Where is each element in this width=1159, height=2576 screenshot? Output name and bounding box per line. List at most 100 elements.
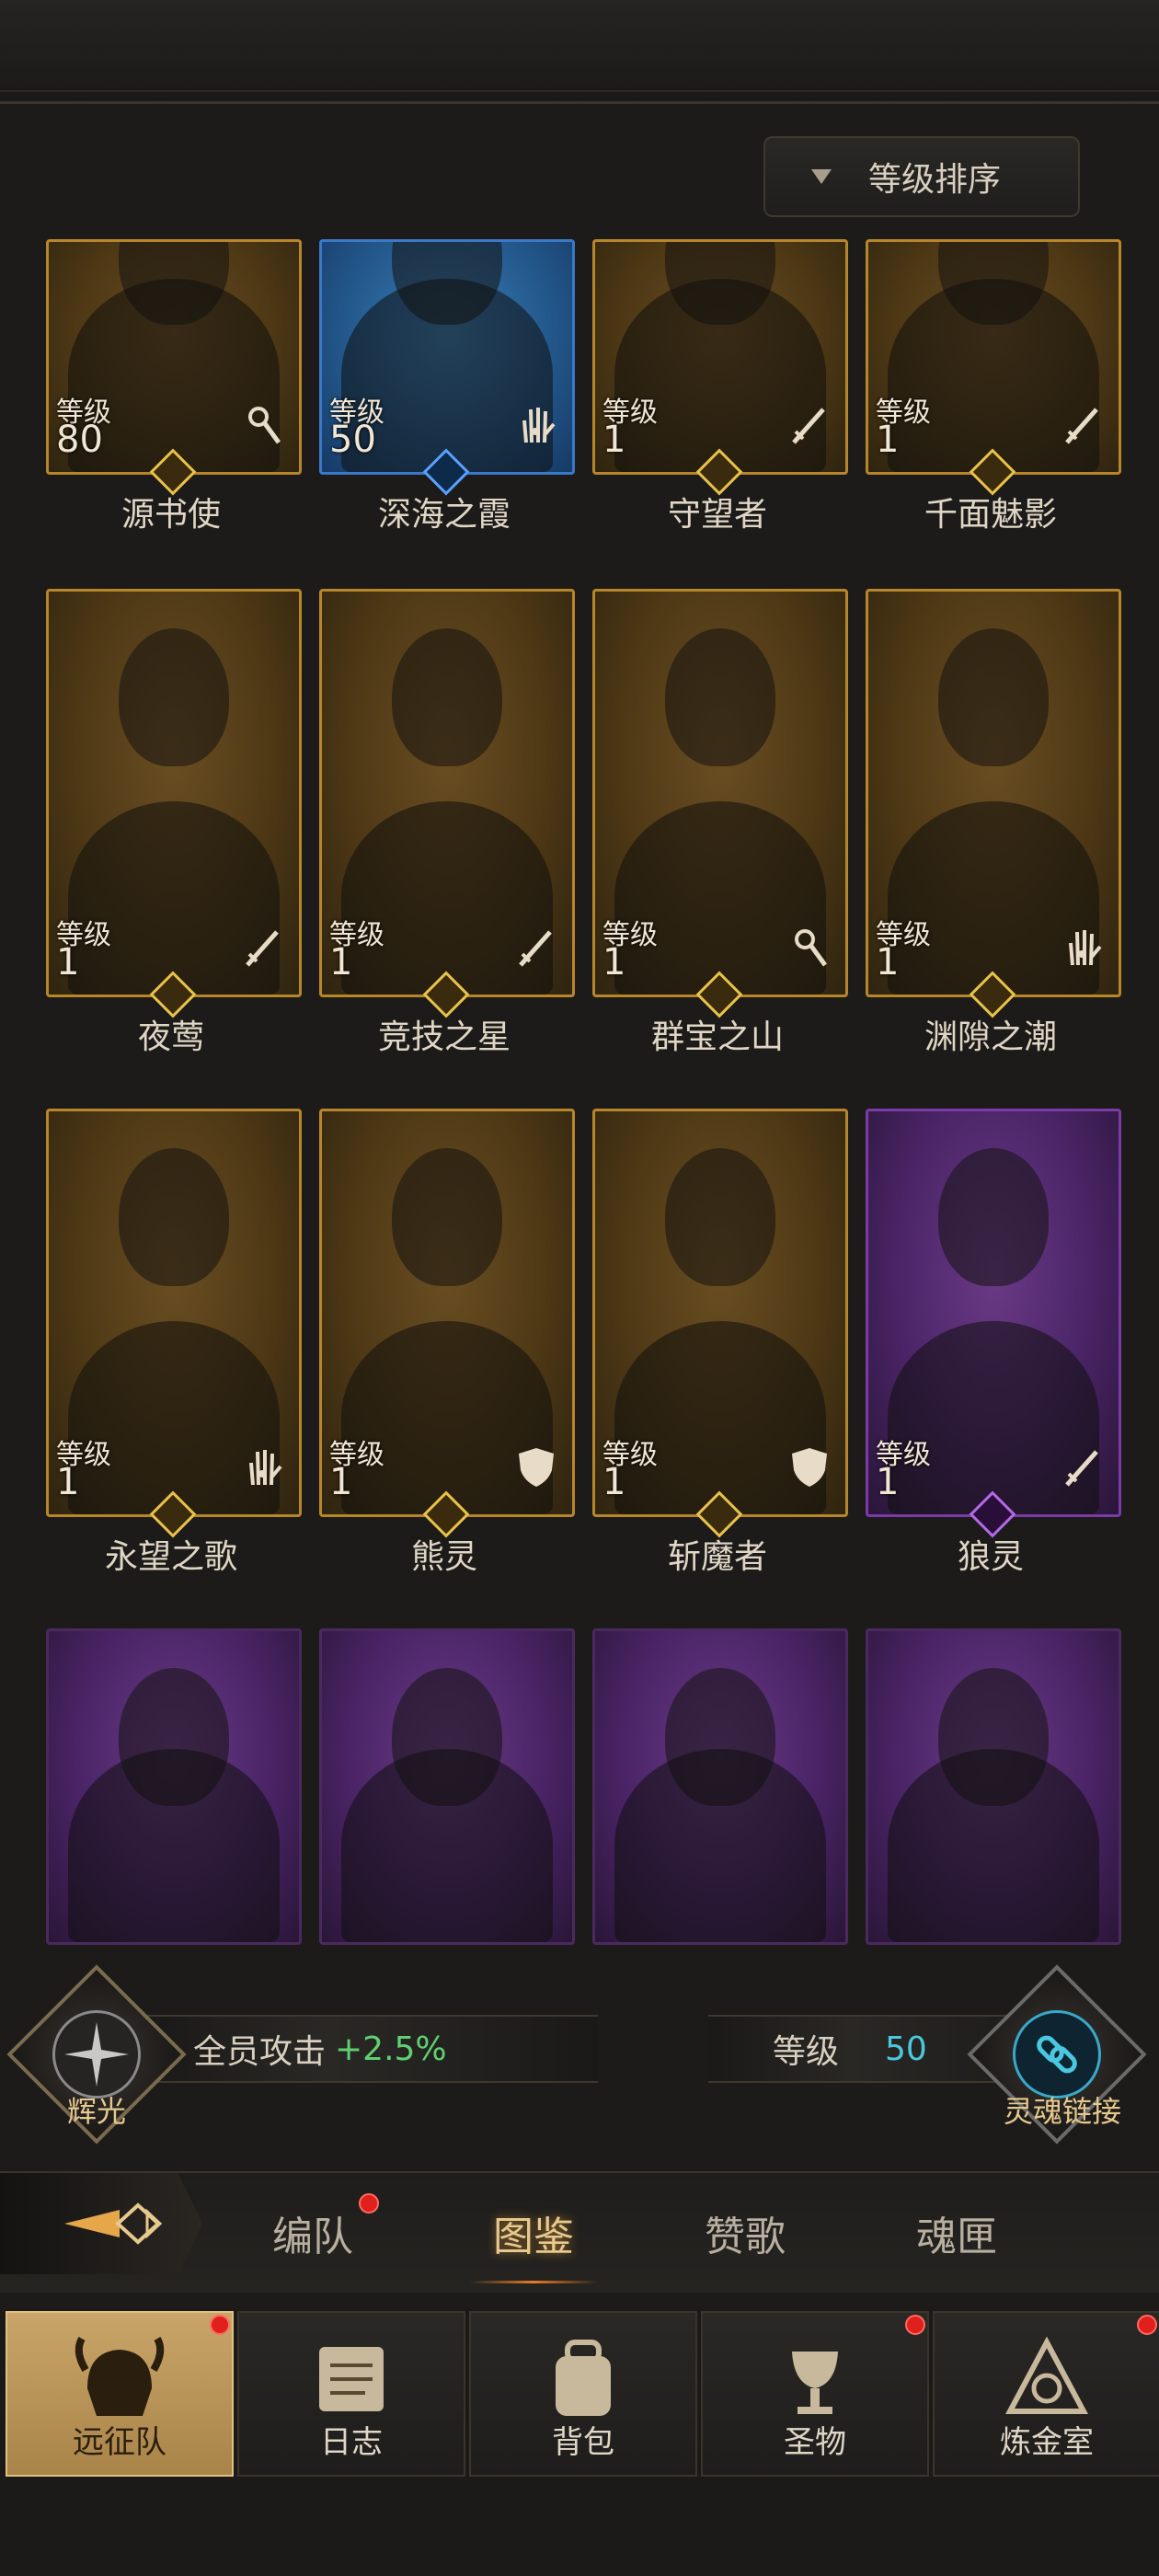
tab-label: 编队	[272, 2214, 353, 2260]
backpack-icon	[533, 2333, 634, 2425]
level-text: 等级	[773, 2033, 840, 2071]
palm-icon	[513, 402, 559, 448]
level-value: 1	[602, 419, 626, 461]
level-value: 50	[329, 419, 376, 461]
portrait-head	[119, 1148, 229, 1286]
portrait-head	[938, 628, 1049, 766]
nav-item-label: 背包	[552, 2424, 614, 2461]
staff-icon	[786, 925, 832, 971]
hero-name: 群宝之山	[650, 1018, 784, 1056]
back-arrow-button[interactable]	[0, 2173, 202, 2274]
tab-0[interactable]: 编队	[221, 2173, 405, 2293]
bottom-navigation: 远征队 日志 背包 圣物 炼金室	[0, 2309, 1159, 2576]
portrait-body	[614, 1749, 826, 1942]
team-attack-bonus: 全员攻击 +2.5%	[147, 2015, 598, 2083]
hero-card[interactable]: 等级 1	[592, 239, 848, 475]
level-value: 1	[602, 941, 626, 983]
hero-card[interactable]: 等级 1	[319, 1109, 575, 1517]
hero-card[interactable]: 等级 1	[866, 1109, 1121, 1517]
hero-portrait	[868, 1631, 1119, 1942]
hero-name: 永望之歌	[104, 1538, 237, 1576]
notification-badge	[1137, 2315, 1157, 2335]
sword-icon	[1060, 1444, 1106, 1490]
alchemy-icon	[996, 2333, 1097, 2425]
portrait-head	[665, 1148, 775, 1286]
sword-icon	[1060, 402, 1106, 448]
notification-badge	[359, 2193, 379, 2214]
nav-item-label: 炼金室	[1000, 2424, 1094, 2461]
radiance-label: 辉光	[66, 2094, 126, 2129]
active-tab-indicator	[469, 2281, 598, 2283]
nav-item-4[interactable]: 炼金室	[933, 2311, 1159, 2477]
palm-icon	[1060, 925, 1106, 971]
hero-portrait	[322, 1631, 572, 1942]
level-value: 1	[329, 1461, 353, 1503]
nav-item-label: 圣物	[784, 2424, 846, 2461]
nav-item-2[interactable]: 背包	[469, 2311, 697, 2477]
portrait-head	[392, 628, 502, 766]
soul-link-label: 灵魂链接	[1003, 2094, 1121, 2129]
tab-label: 赞歌	[705, 2214, 786, 2260]
hero-card[interactable]: 等级 50	[319, 239, 575, 475]
nav-item-label: 远征队	[73, 2424, 166, 2461]
hero-name: 深海之霞	[377, 496, 511, 534]
shield-icon	[786, 1444, 832, 1490]
hero-card[interactable]: 等级 1	[46, 1109, 302, 1517]
level-value: 1	[329, 941, 353, 983]
level-value: 1	[56, 1461, 80, 1503]
hero-card[interactable]: 等级 80	[46, 239, 302, 475]
sword-icon	[240, 925, 286, 971]
hero-card[interactable]: 等级 1	[866, 589, 1121, 997]
hero-card[interactable]: 等级 1	[319, 589, 575, 997]
gallery-tabs: 编队 图鉴 赞歌 魂匣	[0, 2171, 1159, 2293]
hero-card[interactable]: 等级 1	[866, 239, 1121, 475]
bonus-bar: 全员攻击 +2.5% 等级 50 辉光 灵魂链接	[0, 1964, 1159, 2145]
level-value: 1	[876, 1461, 900, 1503]
hero-card[interactable]: 等级 1	[592, 1109, 848, 1517]
hero-card[interactable]: 等级 1	[46, 589, 302, 997]
staff-icon	[240, 402, 286, 448]
sword-icon	[513, 925, 559, 971]
portrait-head	[392, 1148, 502, 1286]
level-value: 50	[885, 2030, 927, 2068]
level-value: 1	[602, 1461, 626, 1503]
level-value: 1	[876, 419, 900, 461]
hero-card[interactable]	[319, 1628, 575, 1945]
nav-item-3[interactable]: 圣物	[701, 2311, 929, 2477]
level-value: 1	[56, 941, 80, 983]
attack-text: 全员攻击	[193, 2033, 327, 2071]
hero-name: 竞技之星	[377, 1018, 511, 1056]
hero-name: 斩魔者	[667, 1538, 767, 1576]
hero-card[interactable]	[46, 1628, 302, 1945]
hero-gallery-grid: 等级 80 源书使 等级 50 深海之霞 等级 1 守望者 等级 1 千面魅影 等级 1 夜莺 等级 1 竞技之星…	[0, 0, 1159, 1950]
hero-name: 狼灵	[957, 1538, 1024, 1576]
tab-3[interactable]: 魂匣	[865, 2173, 1049, 2293]
nav-item-0[interactable]: 远征队	[6, 2311, 234, 2477]
hero-name: 熊灵	[410, 1538, 477, 1576]
tab-2[interactable]: 赞歌	[653, 2173, 837, 2293]
compass-icon	[52, 2010, 141, 2099]
hero-card[interactable]	[866, 1628, 1121, 1945]
attack-value: +2.5%	[335, 2030, 447, 2068]
tab-label: 魂匣	[916, 2214, 997, 2260]
tab-1[interactable]: 图鉴	[442, 2173, 625, 2293]
sword-icon	[786, 402, 832, 448]
nav-item-1[interactable]: 日志	[237, 2311, 465, 2477]
portrait-head	[665, 628, 775, 766]
hero-name: 守望者	[667, 496, 767, 534]
notification-badge	[905, 2315, 925, 2335]
notification-badge	[210, 2315, 230, 2335]
shield-icon	[513, 1444, 559, 1490]
hero-name: 渊隙之潮	[924, 1018, 1057, 1056]
hero-card[interactable]	[592, 1628, 848, 1945]
portrait-body	[341, 1749, 553, 1942]
portrait-head	[119, 628, 229, 766]
palm-icon	[240, 1444, 286, 1490]
portrait-body	[68, 1749, 280, 1942]
hero-name: 千面魅影	[924, 496, 1057, 534]
scroll-icon	[301, 2333, 402, 2425]
hero-card[interactable]: 等级 1	[592, 589, 848, 997]
chalice-icon	[764, 2333, 866, 2425]
portrait-body	[888, 1749, 1099, 1942]
level-value: 80	[56, 419, 103, 461]
